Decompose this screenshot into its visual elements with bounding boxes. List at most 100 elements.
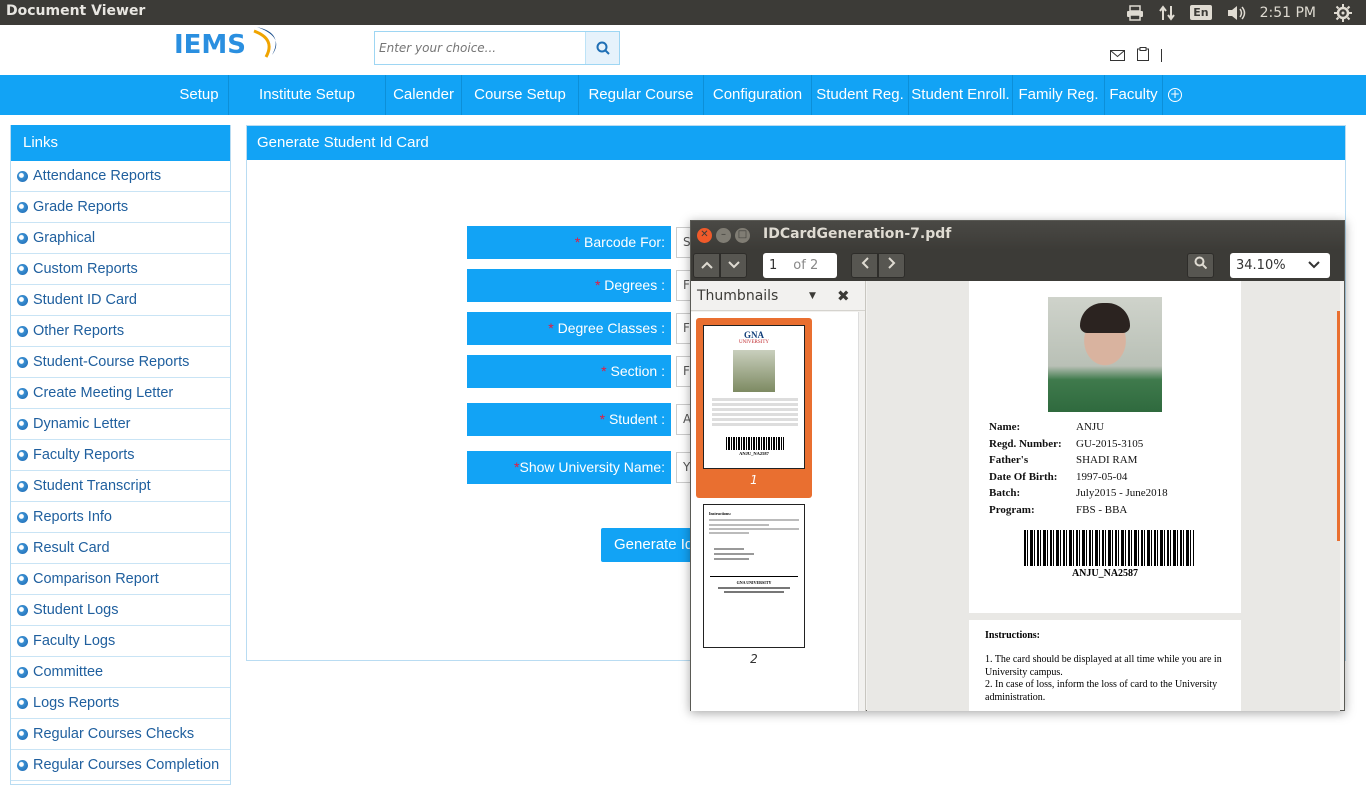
bullet-icon: [17, 263, 28, 275]
page-number-field[interactable]: 1 of 2: [763, 253, 837, 278]
bullet-icon: [17, 697, 28, 709]
link-dynamic-letter[interactable]: Dynamic Letter: [11, 409, 230, 440]
bullet-icon: [17, 542, 28, 554]
window-close-icon[interactable]: ✕: [697, 228, 712, 243]
link-student-transcript[interactable]: Student Transcript: [11, 471, 230, 502]
degrees-label: * Degrees :: [467, 269, 671, 302]
link-student-logs[interactable]: Student Logs: [11, 595, 230, 626]
thumbnail-page-2[interactable]: Instructions: GNA UNIVERSITY: [703, 504, 805, 648]
app-title: Document Viewer: [6, 3, 146, 19]
thumbnails-sidebar: Thumbnails ▼ ✖ GNA UNIVERSITY ANJU_NA258…: [691, 281, 866, 711]
next-page-button[interactable]: [720, 253, 747, 278]
link-regular-courses-completion[interactable]: Regular Courses Completion: [11, 750, 230, 781]
sidebar-dropdown-icon[interactable]: ▼: [809, 281, 816, 311]
history-back-button[interactable]: [851, 253, 878, 278]
barcode-id: ANJU_NA2587: [1071, 568, 1139, 579]
thumb-university-name: GNA: [744, 330, 764, 340]
card-value-regd: GU-2015-3105: [1076, 438, 1144, 450]
previous-page-button[interactable]: [693, 253, 720, 278]
bullet-icon: [17, 573, 28, 585]
card-label-regd: Regd. Number:: [989, 438, 1062, 450]
bullet-icon: [17, 604, 28, 616]
network-transfer-icon[interactable]: [1158, 4, 1176, 22]
link-result-card[interactable]: Result Card: [11, 533, 230, 564]
links-title: Links: [11, 125, 230, 161]
card-label-dob: Date Of Birth:: [989, 471, 1058, 483]
link-comparison-report[interactable]: Comparison Report: [11, 564, 230, 595]
volume-icon[interactable]: [1226, 5, 1246, 21]
thumb-card-details: [712, 396, 798, 428]
nav-course-setup[interactable]: Course Setup: [462, 75, 579, 115]
zoom-select[interactable]: 34.10%: [1230, 253, 1330, 278]
clock[interactable]: 2:51 PM: [1260, 5, 1316, 21]
nav-student-enroll[interactable]: Student Enroll.: [909, 75, 1013, 115]
show-university-name-label: *Show University Name:: [467, 451, 671, 484]
instruction-line: 1. The card should be displayed at all t…: [985, 654, 1222, 665]
gear-icon[interactable]: [1334, 3, 1352, 22]
nav-calender[interactable]: Calender: [386, 75, 462, 115]
generate-id-button[interactable]: Generate Id: [601, 528, 701, 562]
bullet-icon: [17, 480, 28, 492]
link-create-meeting-letter[interactable]: Create Meeting Letter: [11, 378, 230, 409]
nav-more-plus-icon[interactable]: +: [1168, 88, 1182, 102]
thumbnail-page-1-preview: GNA UNIVERSITY ANJU_NA2587: [703, 325, 805, 469]
link-committee[interactable]: Committee: [11, 657, 230, 688]
sidebar-title[interactable]: Thumbnails: [697, 288, 778, 304]
nav-institute-setup[interactable]: Institute Setup: [229, 75, 386, 115]
link-reports-info[interactable]: Reports Info: [11, 502, 230, 533]
pdf-filename: IDCardGeneration-7.pdf: [763, 226, 952, 242]
chevron-left-icon: [861, 257, 869, 269]
iems-logo[interactable]: IEMS: [172, 25, 292, 63]
document-area[interactable]: Name: ANJU Regd. Number: GU-2015-3105 Fa…: [867, 281, 1340, 711]
link-custom-reports[interactable]: Custom Reports: [11, 254, 230, 285]
chevron-down-icon: [727, 261, 740, 269]
card-label-father: Father's: [989, 454, 1029, 466]
mail-icon[interactable]: [1110, 46, 1125, 65]
card-value-name: ANJU: [1076, 421, 1105, 433]
card-value-program: FBS - BBA: [1076, 504, 1128, 516]
thumbnail-list: GNA UNIVERSITY ANJU_NA2587 1 Instruction…: [691, 312, 859, 711]
pdf-titlebar[interactable]: ✕ – □ IDCardGeneration-7.pdf: [691, 221, 1344, 250]
nav-faculty[interactable]: Faculty: [1105, 75, 1163, 115]
chevron-right-icon: [887, 257, 895, 269]
header-icons: [1110, 46, 1162, 65]
bullet-icon: [17, 449, 28, 461]
nav-student-reg[interactable]: Student Reg.: [812, 75, 909, 115]
nav-regular-course[interactable]: Regular Course: [579, 75, 704, 115]
search-icon: [596, 41, 610, 55]
link-attendance-reports[interactable]: Attendance Reports: [11, 161, 230, 192]
window-maximize-icon[interactable]: □: [735, 228, 750, 243]
printer-icon[interactable]: [1126, 4, 1144, 21]
pdf-toolbar: 1 of 2 34.10%: [691, 250, 1344, 281]
bullet-icon: [17, 635, 28, 647]
document-scrollbar[interactable]: [1337, 311, 1340, 541]
link-graphical[interactable]: Graphical: [11, 223, 230, 254]
header-separator: [1161, 49, 1162, 62]
link-faculty-logs[interactable]: Faculty Logs: [11, 626, 230, 657]
keyboard-layout-indicator[interactable]: En: [1190, 5, 1212, 20]
system-tray: En 2:51 PM: [1126, 0, 1366, 25]
link-logs-reports[interactable]: Logs Reports: [11, 688, 230, 719]
clipboard-icon[interactable]: [1137, 46, 1149, 65]
find-button[interactable]: [1187, 253, 1214, 278]
link-student-course-reports[interactable]: Student-Course Reports: [11, 347, 230, 378]
nav-setup[interactable]: Setup: [170, 75, 229, 115]
link-regular-courses-checks[interactable]: Regular Courses Checks: [11, 719, 230, 750]
link-student-id-card[interactable]: Student ID Card: [11, 285, 230, 316]
thumb2-footer: GNA UNIVERSITY: [736, 580, 772, 585]
bullet-icon: [17, 170, 28, 182]
nav-configuration[interactable]: Configuration: [704, 75, 812, 115]
instruction-line: University campus.: [985, 666, 1063, 678]
link-other-reports[interactable]: Other Reports: [11, 316, 230, 347]
window-minimize-icon[interactable]: –: [716, 228, 731, 243]
bullet-icon: [17, 201, 28, 213]
thumbnail-1-number: 1: [750, 473, 758, 487]
search-button[interactable]: [585, 32, 619, 64]
history-forward-button[interactable]: [878, 253, 905, 278]
link-grade-reports[interactable]: Grade Reports: [11, 192, 230, 223]
close-sidebar-icon[interactable]: ✖: [837, 281, 850, 311]
link-faculty-reports[interactable]: Faculty Reports: [11, 440, 230, 471]
nav-family-reg[interactable]: Family Reg.: [1013, 75, 1105, 115]
search-input[interactable]: [375, 32, 585, 64]
thumbnail-page-1[interactable]: GNA UNIVERSITY ANJU_NA2587 1: [696, 318, 812, 498]
